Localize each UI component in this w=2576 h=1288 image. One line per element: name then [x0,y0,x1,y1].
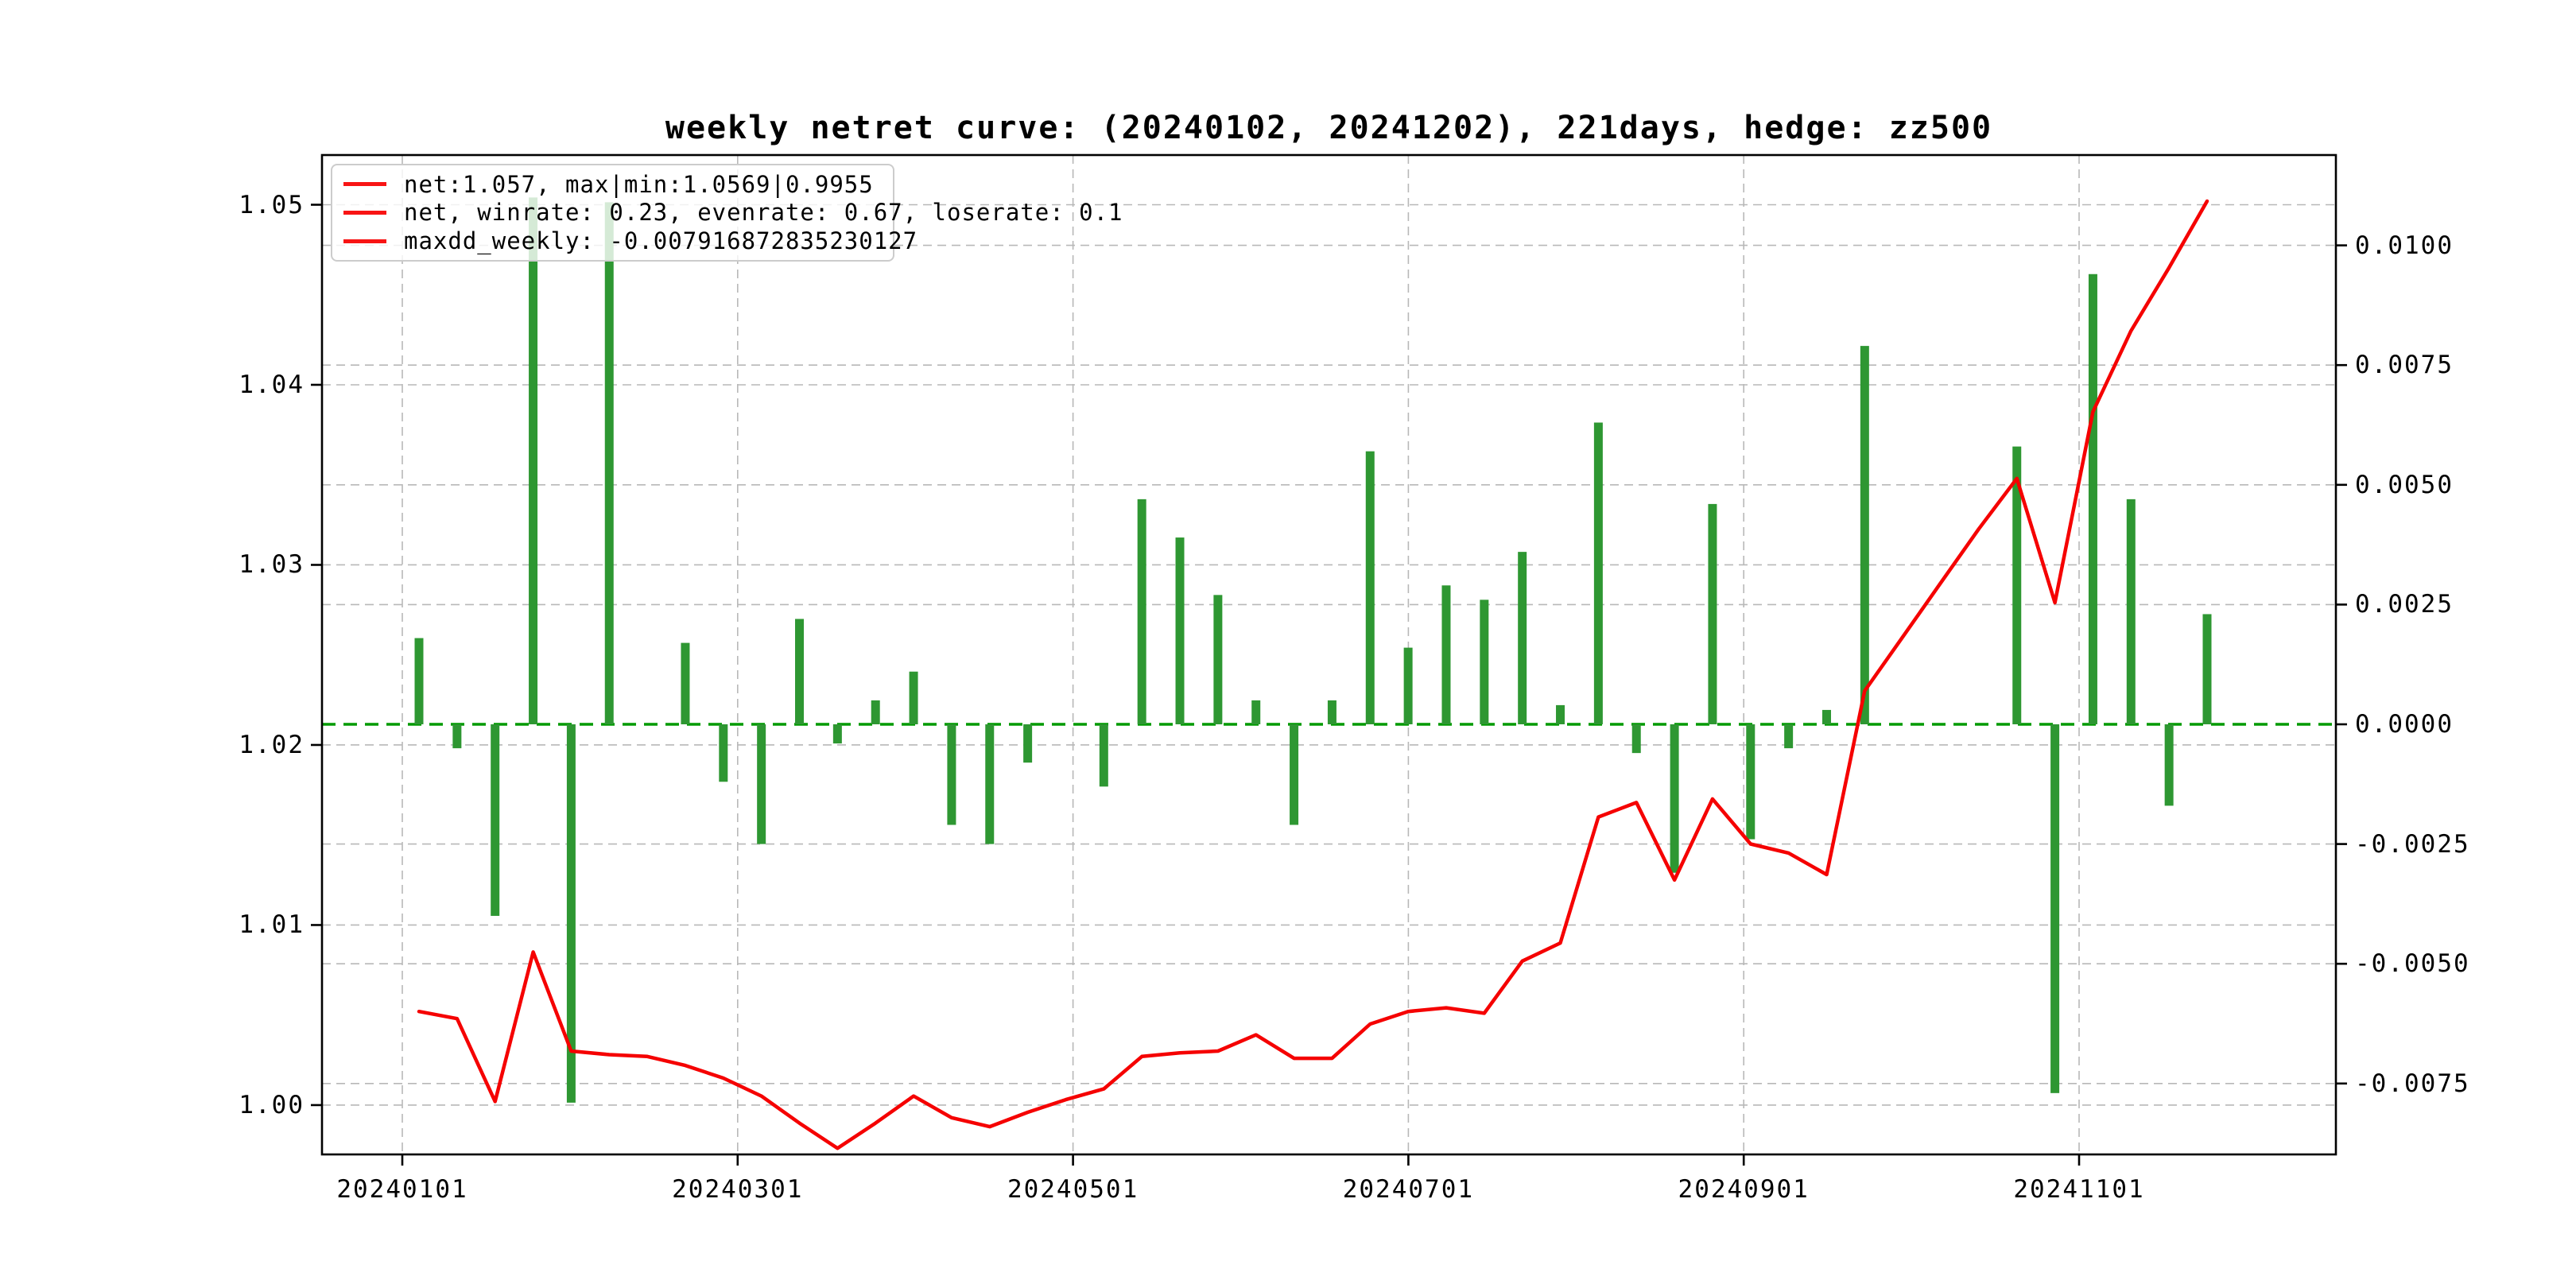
bar-week-31 [1556,705,1565,724]
bar-week-46 [2127,499,2136,724]
y-right-tick-0.0075: 0.0075 [2355,351,2454,379]
y-left-tick-1.00: 1.00 [239,1091,305,1119]
bar-week-11 [795,619,804,724]
y-right-tick-0.0050: 0.0050 [2355,471,2454,499]
bar-week-19 [1100,724,1108,786]
y-right-tick--0.0075: -0.0075 [2355,1069,2470,1098]
y-right-tick-0.0000: 0.0000 [2355,710,2454,739]
bar-week-15 [947,724,956,825]
bar-week-22 [1213,595,1222,724]
legend-label: net:1.057, max|min:1.0569|0.9955 [404,171,874,198]
bar-week-33 [1632,724,1641,753]
legend-item-winrate: net, winrate: 0.23, evenrate: 0.67, lose… [343,199,885,226]
bar-week-2 [452,724,461,748]
bar-week-30 [1518,552,1527,724]
x-tick-20240101: 20240101 [336,1175,467,1204]
legend-label: maxdd_weekly: -0.007916872835230127 [404,227,918,254]
bar-week-3 [491,724,499,916]
bar-week-48 [2203,614,2212,724]
bar-week-23 [1251,700,1260,724]
weekly-return-bars [415,197,2212,1103]
bar-week-13 [871,700,880,724]
y-right-tick-0.0100: 0.0100 [2355,231,2454,260]
bar-week-10 [757,724,766,844]
axis-tick-marks [311,205,2347,1166]
bar-week-34 [1670,724,1679,873]
legend-item-maxdd: maxdd_weekly: -0.007916872835230127 [343,227,885,254]
bar-week-16 [985,724,994,844]
y-left-tick-1.04: 1.04 [239,370,305,399]
bar-week-21 [1176,537,1185,724]
bar-week-26 [1366,452,1375,724]
bar-week-8 [681,643,689,724]
red-line-swatch-icon [343,239,386,243]
red-line-swatch-icon [343,211,386,215]
bar-week-35 [1708,504,1717,724]
y-right-tick--0.0025: -0.0025 [2355,830,2470,859]
legend: net:1.057, max|min:1.0569|0.9955 net, wi… [331,164,894,262]
gridlines [322,155,2336,1154]
bar-week-29 [1480,599,1488,724]
bar-week-17 [1023,724,1032,762]
y-left-tick-1.05: 1.05 [239,191,305,219]
bar-week-20 [1138,499,1146,724]
x-tick-20240301: 20240301 [672,1175,803,1204]
bar-week-9 [719,724,727,782]
x-tick-20240501: 20240501 [1007,1175,1139,1204]
bar-week-1 [415,638,424,724]
figure: weekly netret curve: (20240102, 20241202… [0,0,2576,1288]
x-tick-20240701: 20240701 [1343,1175,1474,1204]
plot-frame [322,155,2336,1154]
bar-week-37 [1784,724,1793,748]
bar-week-24 [1290,724,1298,825]
bar-week-25 [1328,700,1336,724]
bar-week-45 [2089,274,2097,724]
legend-label: net, winrate: 0.23, evenrate: 0.67, lose… [404,199,1123,226]
bar-week-38 [1822,710,1831,724]
bar-week-47 [2165,724,2174,805]
bar-week-27 [1404,648,1413,724]
chart-title: weekly netret curve: (20240102, 20241202… [322,110,2336,146]
bar-week-36 [1746,724,1755,840]
y-left-tick-1.03: 1.03 [239,550,305,579]
y-left-tick-1.01: 1.01 [239,910,305,939]
bar-week-12 [833,724,842,743]
bar-week-44 [2050,724,2059,1093]
bar-week-14 [910,672,918,724]
x-tick-20240901: 20240901 [1678,1175,1810,1204]
bar-week-39 [1860,346,1869,724]
bar-week-6 [605,202,614,724]
y-left-tick-1.02: 1.02 [239,731,305,759]
y-right-tick--0.0050: -0.0050 [2355,949,2470,978]
bar-week-28 [1441,585,1450,724]
y-right-tick-0.0025: 0.0025 [2355,590,2454,619]
x-tick-20241101: 20241101 [2013,1175,2144,1204]
bar-week-4 [529,197,537,724]
bar-week-32 [1594,422,1603,724]
red-line-swatch-icon [343,182,386,186]
legend-item-net: net:1.057, max|min:1.0569|0.9955 [343,171,885,198]
